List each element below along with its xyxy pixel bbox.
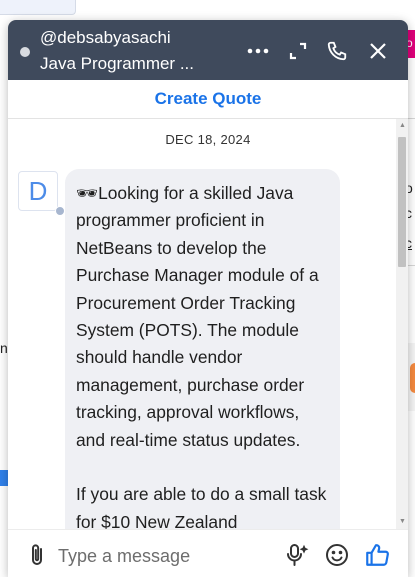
quote-bar: Create Quote [8, 80, 408, 119]
voice-input-icon[interactable] [282, 540, 312, 570]
presence-indicator [55, 206, 65, 216]
expand-icon[interactable] [285, 38, 311, 64]
scrollbar-thumb[interactable] [398, 137, 406, 267]
background-badge [410, 363, 415, 393]
more-icon[interactable] [245, 38, 271, 64]
message-text: Looking for a skilled Java programmer pr… [76, 183, 319, 450]
background-text-fragment: n [0, 340, 8, 356]
chat-window: @debsabyasachi Java Programmer ... Creat… [8, 20, 408, 577]
background-accent [0, 470, 8, 486]
conversation-subtitle: Java Programmer ... [40, 54, 194, 73]
chat-header: @debsabyasachi Java Programmer ... [8, 20, 408, 80]
background-panel [0, 0, 76, 15]
scroll-down-arrow-icon[interactable]: ▼ [399, 518, 406, 525]
thumbs-up-icon[interactable] [362, 540, 392, 570]
background-divider [407, 265, 415, 266]
phone-icon[interactable] [324, 38, 350, 64]
create-quote-button[interactable]: Create Quote [155, 89, 262, 109]
emoji-icon[interactable] [322, 540, 352, 570]
avatar[interactable]: D [18, 171, 58, 211]
paperclip-icon[interactable] [22, 540, 52, 570]
background-divider [407, 118, 415, 119]
message-scrollbar[interactable]: ▲ ▼ [396, 119, 408, 531]
message-bubble: 🕶Looking for a skilled Java programmer p… [65, 169, 340, 529]
message-text: If you are able to do a small task for $… [76, 484, 327, 529]
message-paragraph: 🕶Looking for a skilled Java programmer p… [76, 180, 329, 454]
presence-indicator [20, 47, 30, 57]
message-thread[interactable]: DEC 18, 2024 D 🕶Looking for a skilled Ja… [8, 119, 408, 529]
message-composer [8, 529, 408, 577]
contact-name[interactable]: @debsabyasachi [40, 28, 171, 48]
message-input[interactable] [56, 540, 280, 572]
close-icon[interactable] [365, 38, 391, 64]
avatar-initial: D [28, 175, 48, 206]
date-divider: DEC 18, 2024 [165, 132, 251, 147]
scroll-up-arrow-icon[interactable]: ▲ [399, 122, 406, 129]
sunglasses-emoji-icon: 🕶 [76, 183, 99, 203]
